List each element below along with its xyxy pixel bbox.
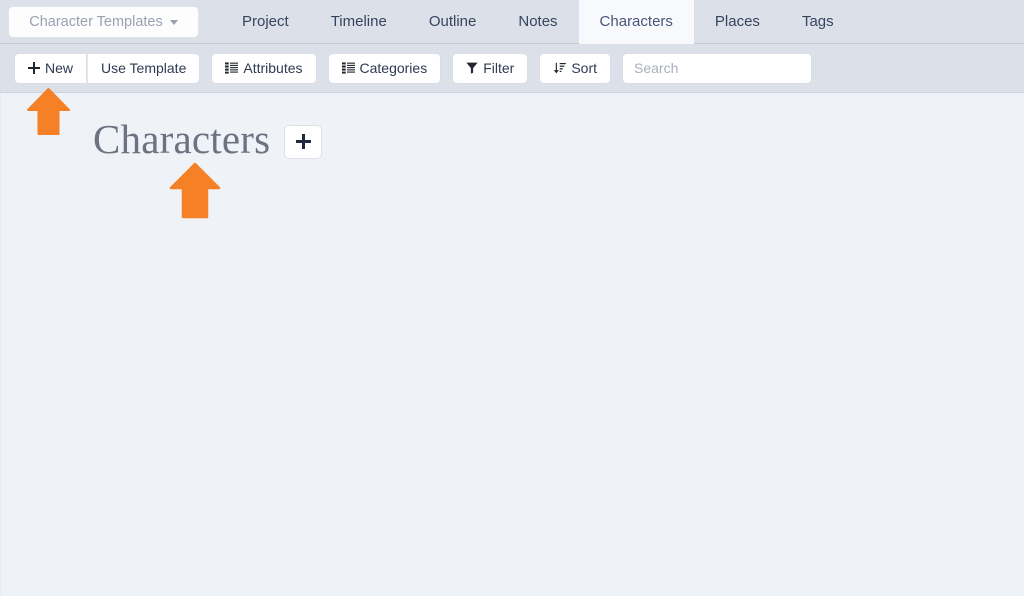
app-window: Character Templates Project Timeline Out… <box>0 0 1024 596</box>
use-template-label: Use Template <box>101 60 187 76</box>
top-tab-bar: Character Templates Project Timeline Out… <box>0 0 1024 44</box>
tab-tags[interactable]: Tags <box>781 0 855 44</box>
filter-label: Filter <box>483 60 515 76</box>
tab-label: Timeline <box>330 13 387 30</box>
tab-notes[interactable]: Notes <box>497 0 578 44</box>
plus-icon <box>28 62 40 74</box>
character-templates-label: Character Templates <box>29 13 163 30</box>
tab-label: Notes <box>518 13 558 30</box>
new-button-group: New Use Template <box>14 52 201 84</box>
sort-label: Sort <box>571 60 598 76</box>
attributes-button[interactable]: Attributes <box>211 52 317 84</box>
list-icon <box>341 62 355 74</box>
categories-button[interactable]: Categories <box>327 52 442 84</box>
search-input[interactable] <box>622 52 813 84</box>
tab-project[interactable]: Project <box>221 0 310 44</box>
tab-label: Places <box>714 13 760 30</box>
new-button[interactable]: New <box>14 52 88 84</box>
page-title: Characters <box>93 116 271 162</box>
page-header: Characters <box>1 93 1024 162</box>
action-toolbar: New Use Template Attributes Categories F… <box>0 44 1024 93</box>
tab-characters[interactable]: Characters <box>578 0 694 44</box>
new-button-label: New <box>45 60 74 76</box>
filter-button[interactable]: Filter <box>452 52 529 84</box>
tab-label: Tags <box>801 13 834 30</box>
main-content: Characters <box>0 93 1024 596</box>
tab-outline[interactable]: Outline <box>408 0 498 44</box>
funnel-icon <box>466 62 478 74</box>
sort-amount-down-icon <box>553 62 567 74</box>
plus-icon <box>295 134 311 150</box>
use-template-button[interactable]: Use Template <box>87 52 201 84</box>
add-character-button[interactable] <box>284 124 323 159</box>
tab-label: Project <box>242 13 289 30</box>
character-templates-dropdown[interactable]: Character Templates <box>8 5 199 38</box>
tab-places[interactable]: Places <box>694 0 781 44</box>
tab-timeline[interactable]: Timeline <box>310 0 408 44</box>
attributes-label: Attributes <box>243 60 303 76</box>
tab-list: Project Timeline Outline Notes Character… <box>221 0 855 44</box>
list-icon <box>225 62 239 74</box>
categories-label: Categories <box>359 60 428 76</box>
sort-button[interactable]: Sort <box>539 52 612 84</box>
tab-label: Outline <box>428 13 477 30</box>
chevron-down-icon <box>169 20 178 25</box>
tab-label: Characters <box>599 13 673 30</box>
